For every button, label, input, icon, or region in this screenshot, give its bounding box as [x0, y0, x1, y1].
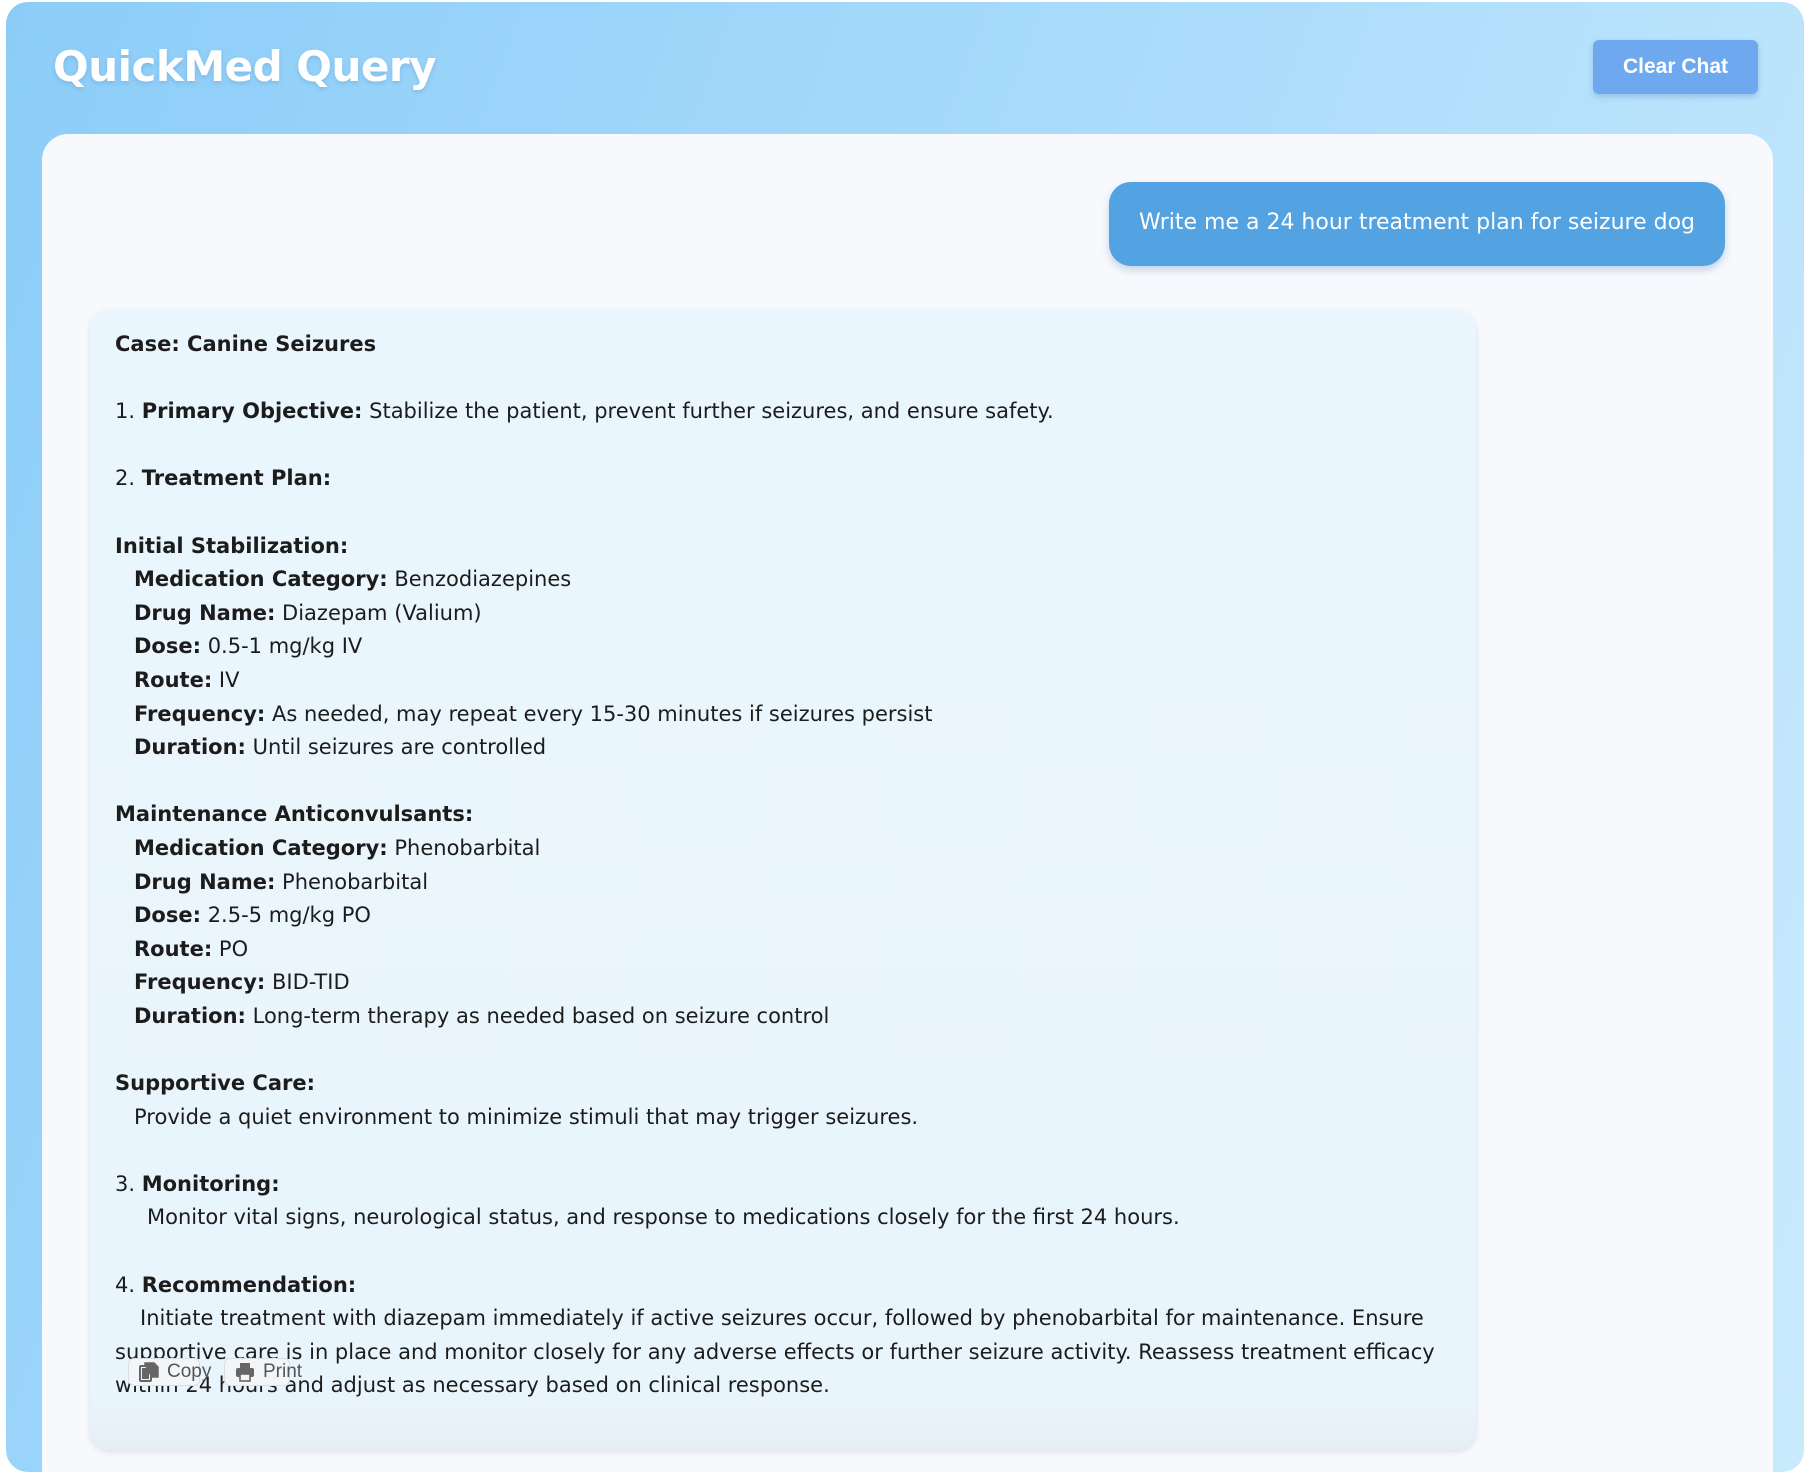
app-window: QuickMed Query Clear Chat Write me a 24 …	[6, 2, 1804, 1472]
recommendation-text: Initiate treatment with diazepam immedia…	[115, 1306, 1442, 1398]
primary-objective: 1. Primary Objective: Stabilize the pati…	[115, 399, 1054, 424]
initial-item: Drug Name: Diazepam (Valium)	[134, 600, 482, 625]
treatment-plan-heading: 2. Treatment Plan:	[115, 466, 332, 491]
monitoring-text: Monitor vital signs, neurological status…	[147, 1205, 1180, 1230]
copy-label: Copy	[167, 1361, 212, 1382]
initial-stabilization-heading: Initial Stabilization:	[115, 533, 349, 558]
assistant-message-content: Case: Canine Seizures 1. Primary Objecti…	[115, 328, 1461, 1403]
initial-item: Dose: 0.5-1 mg/kg IV	[134, 634, 363, 659]
initial-item: Route: IV	[134, 667, 240, 692]
maintenance-heading: Maintenance Anticonvulsants:	[115, 802, 474, 827]
maintenance-item: Frequency: BID-TID	[134, 970, 350, 995]
assistant-message-bubble: Case: Canine Seizures 1. Primary Objecti…	[90, 310, 1476, 1450]
message-actions: Copy Print	[128, 1358, 302, 1386]
maintenance-item: Dose: 2.5-5 mg/kg PO	[134, 903, 371, 928]
monitoring-heading: 3. Monitoring:	[115, 1171, 280, 1196]
initial-item: Duration: Until seizures are controlled	[134, 735, 547, 760]
initial-item: Frequency: As needed, may repeat every 1…	[134, 701, 933, 726]
printer-icon	[235, 1362, 255, 1382]
print-button[interactable]: Print	[224, 1358, 302, 1386]
copy-icon	[139, 1361, 159, 1383]
clear-chat-button[interactable]: Clear Chat	[1593, 40, 1758, 94]
maintenance-item: Medication Category: Phenobarbital	[134, 835, 541, 860]
maintenance-item: Route: PO	[134, 936, 249, 961]
initial-item: Medication Category: Benzodiazepines	[134, 567, 572, 592]
supportive-care-text: Provide a quiet environment to minimize …	[134, 1104, 919, 1129]
app-title: QuickMed Query	[53, 42, 436, 91]
maintenance-item: Duration: Long-term therapy as needed ba…	[134, 1003, 830, 1028]
case-title: Case: Canine Seizures	[115, 332, 377, 356]
maintenance-item: Drug Name: Phenobarbital	[134, 869, 429, 894]
supportive-care-heading: Supportive Care:	[115, 1071, 315, 1096]
copy-button[interactable]: Copy	[128, 1358, 211, 1386]
print-label: Print	[263, 1361, 303, 1382]
user-message-bubble: Write me a 24 hour treatment plan for se…	[1108, 182, 1725, 266]
chat-panel[interactable]: Write me a 24 hour treatment plan for se…	[42, 134, 1773, 1472]
recommendation-heading: 4. Recommendation:	[115, 1272, 357, 1297]
